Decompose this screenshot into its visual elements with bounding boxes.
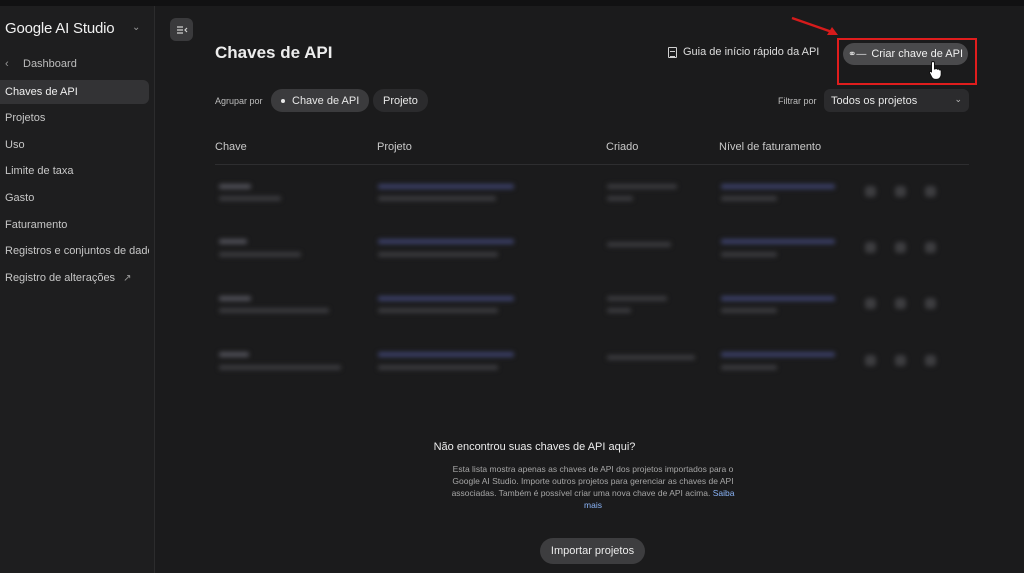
- sidebar-item-label: Projetos: [5, 112, 46, 124]
- sidebar: Google AI Studio ⌄ ‹ Dashboard Chaves de…: [0, 6, 155, 573]
- sidebar-item-logs-datasets[interactable]: Registros e conjuntos de dados: [0, 239, 149, 263]
- sidebar-item-label: Uso: [5, 139, 25, 151]
- sidebar-item-spend[interactable]: Gasto: [0, 186, 149, 210]
- sidebar-item-label: Registros e conjuntos de dados: [5, 245, 149, 257]
- group-by-label: Agrupar por: [215, 96, 263, 106]
- sidebar-item-label: Limite de taxa: [5, 165, 74, 177]
- pointer-cursor-icon: [928, 60, 942, 80]
- redacted-table-rows: [215, 176, 975, 386]
- collapse-sidebar-icon: [176, 25, 187, 34]
- table-header-divider: [215, 164, 969, 165]
- page-title: Chaves de API: [215, 43, 333, 62]
- annotation-arrow-icon: [791, 16, 838, 35]
- quickstart-guide-link[interactable]: Guia de início rápido da API: [668, 46, 819, 58]
- sidebar-item-label: Chaves de API: [5, 86, 78, 98]
- sidebar-item-billing[interactable]: Faturamento: [0, 213, 149, 237]
- guide-label: Guia de início rápido da API: [683, 46, 820, 58]
- external-link-icon: ↗: [123, 272, 132, 284]
- chip-label: Projeto: [383, 94, 418, 107]
- back-to-dashboard[interactable]: ‹ Dashboard: [5, 58, 77, 70]
- missing-keys-description: Esta lista mostra apenas as chaves de AP…: [446, 463, 740, 511]
- chip-label: Chave de API: [292, 94, 360, 107]
- column-header-project: Projeto: [377, 141, 412, 153]
- sidebar-item-label: Faturamento: [5, 219, 68, 231]
- chevron-down-icon: ⌄: [954, 94, 962, 104]
- collapse-sidebar-button[interactable]: [170, 18, 193, 41]
- app-brand[interactable]: Google AI Studio: [5, 20, 115, 37]
- sidebar-item-api-keys[interactable]: Chaves de API: [0, 80, 149, 104]
- sidebar-item-rate-limit[interactable]: Limite de taxa: [0, 159, 149, 183]
- chevron-down-icon[interactable]: ⌄: [132, 22, 140, 33]
- chevron-left-icon: ‹: [5, 58, 9, 70]
- selected-dot-icon: [281, 98, 285, 103]
- highlight-box: [837, 38, 977, 85]
- group-by-api-key-chip[interactable]: Chave de API: [271, 89, 370, 112]
- column-header-billing-tier: Nível de faturamento: [719, 141, 822, 153]
- document-icon: [668, 46, 677, 58]
- column-header-key: Chave: [215, 141, 247, 153]
- sidebar-item-projects[interactable]: Projetos: [0, 106, 149, 130]
- sidebar-item-label: Gasto: [5, 192, 35, 204]
- project-filter-select[interactable]: Todos os projetos ⌄: [824, 89, 969, 112]
- group-by-project-chip[interactable]: Projeto: [373, 89, 428, 112]
- missing-keys-title: Não encontrou suas chaves de API aqui?: [433, 441, 636, 453]
- sidebar-item-label: Registro de alterações: [5, 272, 116, 284]
- sidebar-item-usage[interactable]: Uso: [0, 133, 149, 157]
- back-label: Dashboard: [23, 58, 77, 70]
- sidebar-item-changelog[interactable]: Registro de alterações ↗: [0, 266, 149, 290]
- filter-by-label: Filtrar por: [778, 96, 817, 106]
- column-header-created: Criado: [606, 141, 639, 153]
- import-projects-button[interactable]: Importar projetos: [540, 538, 645, 564]
- description-text: Esta lista mostra apenas as chaves de AP…: [451, 464, 734, 498]
- filter-value: Todos os projetos: [831, 94, 918, 107]
